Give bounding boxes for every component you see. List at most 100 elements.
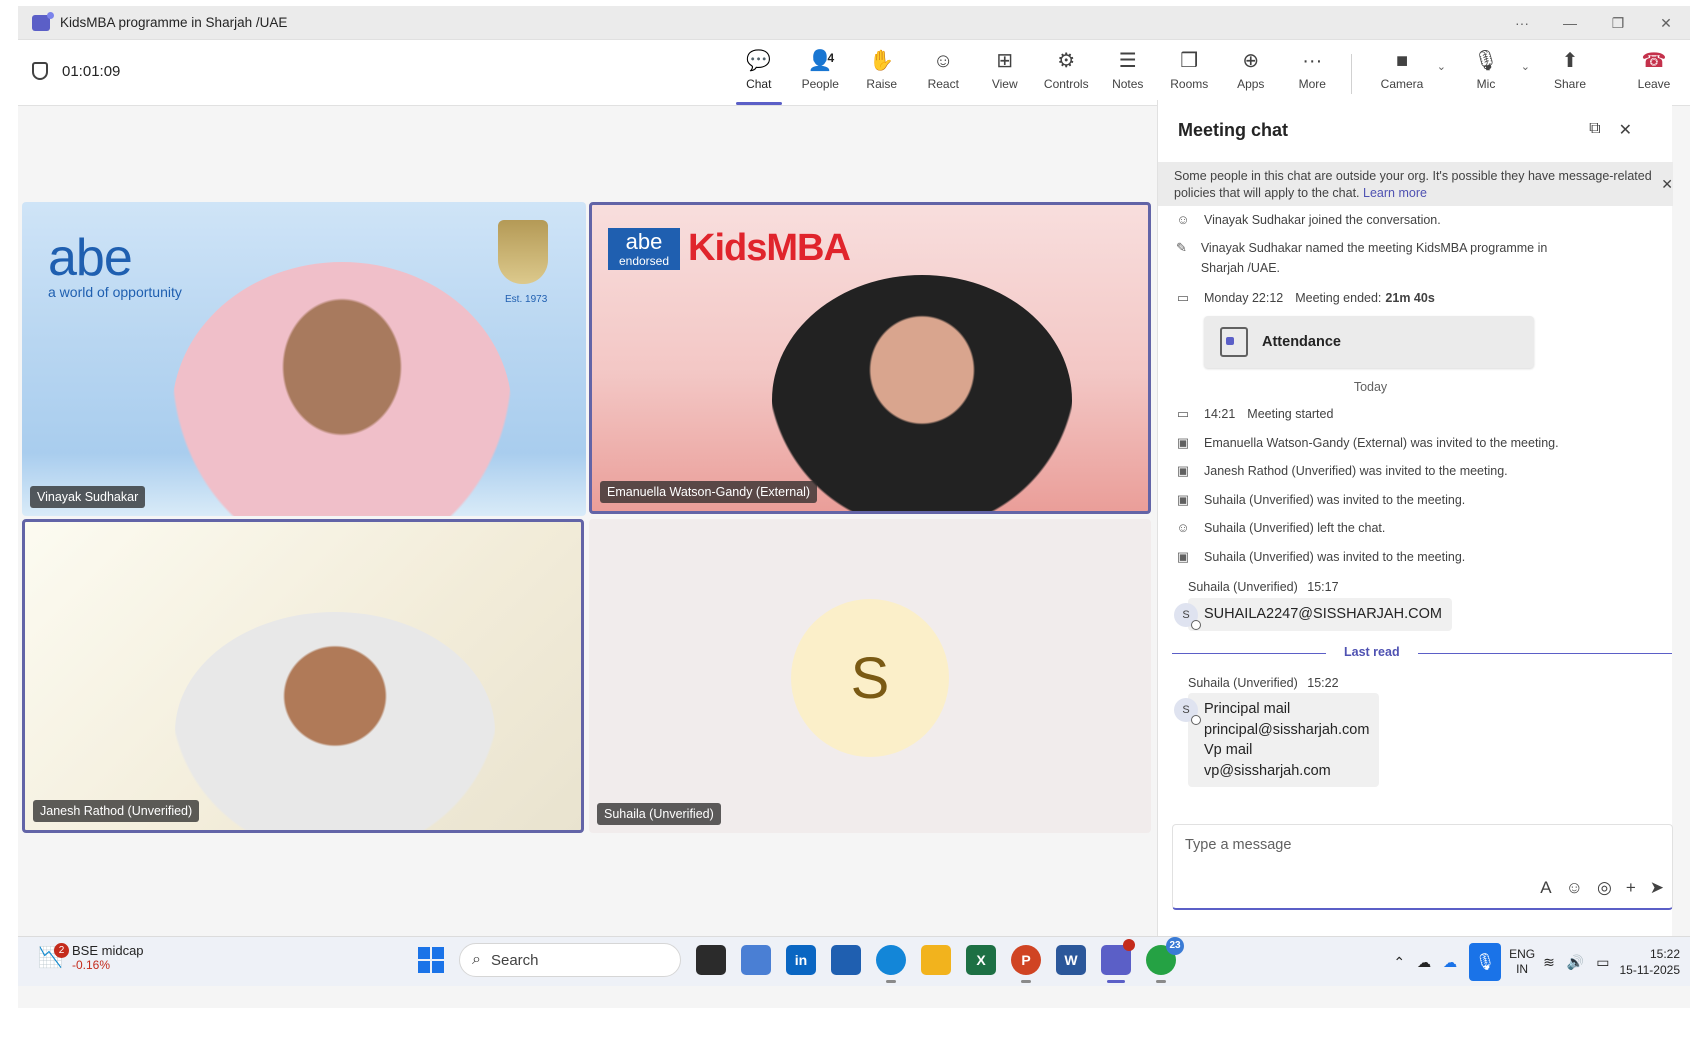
emoji-icon[interactable]: ☺ xyxy=(1566,878,1583,898)
message-time: 15:22 xyxy=(1307,676,1339,690)
windows-start-icon[interactable] xyxy=(418,947,444,973)
notes-button[interactable]: ☰ Notes xyxy=(1097,48,1159,100)
more-button[interactable]: ··· More xyxy=(1282,48,1344,100)
word-icon[interactable]: W xyxy=(1056,945,1086,975)
title-bar: KidsMBA programme in Sharjah /UAE ··· — … xyxy=(18,6,1690,40)
share-button[interactable]: ⬆ Share xyxy=(1528,48,1612,100)
last-read-divider: Last read xyxy=(1172,645,1672,660)
whatsapp-badge: 23 xyxy=(1166,937,1184,955)
store-icon[interactable] xyxy=(831,945,861,975)
chat-message[interactable]: Principal mail principal@sissharjah.com … xyxy=(1188,693,1380,787)
chat-message[interactable]: SUHAILA2247@SISSHARJAH.COM xyxy=(1188,598,1452,631)
rooms-icon: ❒ xyxy=(1180,50,1199,72)
restore-icon[interactable]: ❐ xyxy=(1594,6,1642,40)
kidsmba-word: KidsMBA xyxy=(688,227,851,269)
pop-out-icon[interactable]: ⧉ xyxy=(1589,120,1600,140)
view-button[interactable]: ⊞ View xyxy=(974,48,1036,100)
participant-name: Emanuella Watson-Gandy (External) xyxy=(600,481,818,503)
toolbar-tools: 💬 Chat 👤 4 People ✋ Raise ☺ React ⊞ View xyxy=(728,48,1690,105)
tray-icons: ⌃ ☁ ☁ 🎙 xyxy=(1393,943,1502,981)
mic-button[interactable]: 🎙 ⌄ Mic xyxy=(1444,48,1530,100)
volume-icon: 🔊 xyxy=(1566,953,1585,970)
rooms-button[interactable]: ❒ Rooms xyxy=(1159,48,1221,100)
attendance-card[interactable]: Attendance xyxy=(1204,316,1534,368)
notes-icon: ☰ xyxy=(1118,50,1137,72)
stock-widget[interactable]: 📉 2 BSE midcap -0.16% xyxy=(38,942,144,972)
video-tile[interactable]: S Suhaila (Unverified) xyxy=(589,519,1151,833)
participant-name: Suhaila (Unverified) xyxy=(597,803,721,825)
plus-icon[interactable]: + xyxy=(1626,878,1636,898)
shield-icon xyxy=(32,62,48,80)
minimize-icon[interactable]: — xyxy=(1546,6,1594,40)
whatsapp-icon[interactable]: 23 xyxy=(1146,937,1184,983)
message-sender: Suhaila (Unverified) xyxy=(1188,580,1298,594)
notification-dot xyxy=(1123,939,1135,951)
notes-label: Notes xyxy=(1112,77,1144,91)
loop-icon[interactable]: ◎ xyxy=(1597,878,1612,898)
event-text: Vinayak Sudhakar joined the conversation… xyxy=(1204,213,1441,227)
search-icon: ⌕ xyxy=(472,951,481,968)
event-text: Vinayak Sudhakar named the meeting KidsM… xyxy=(1200,241,1548,275)
message-input[interactable] xyxy=(1185,837,1585,853)
leave-label: Leave xyxy=(1637,77,1671,91)
people-button[interactable]: 👤 4 People xyxy=(790,48,852,100)
teams-icon[interactable] xyxy=(1101,939,1135,983)
excel-icon[interactable]: X xyxy=(966,945,996,975)
chat-icon: 💬 xyxy=(746,50,772,72)
clock[interactable]: 15:22 15-11-2025 xyxy=(1620,946,1681,978)
stock-chart-icon: 📉 2 xyxy=(38,942,69,971)
file-explorer-icon[interactable] xyxy=(921,945,951,975)
format-icon[interactable]: A xyxy=(1540,878,1551,898)
apps-button[interactable]: ⊕ Apps xyxy=(1220,48,1282,100)
edge-icon[interactable] xyxy=(876,945,906,983)
status-icons[interactable]: ≋ 🔊 ▭ xyxy=(1543,954,1609,971)
send-icon[interactable]: ➤ xyxy=(1650,878,1664,898)
microphone-in-use-icon[interactable]: 🎙 xyxy=(1469,943,1502,981)
event-time: 14:21 xyxy=(1204,407,1236,421)
video-tile[interactable]: Janesh Rathod (Unverified) xyxy=(22,519,584,833)
video-tile[interactable]: abe endorsed KidsMBA Emanuella Watson-Gan… xyxy=(589,202,1151,514)
abe-endorsed-badge: abe endorsed xyxy=(608,227,680,270)
crest-icon xyxy=(498,220,548,284)
close-window-icon[interactable]: ✕ xyxy=(1642,6,1690,40)
region-code: IN xyxy=(1516,962,1529,976)
linkedin-icon[interactable]: in xyxy=(786,945,816,975)
react-button[interactable]: ☺ React xyxy=(913,48,975,100)
controls-button[interactable]: ⚙ Controls xyxy=(1036,48,1098,100)
event-text: Janesh Rathod (Unverified) was invited t… xyxy=(1204,464,1508,478)
taskbar-search[interactable]: ⌕ Search xyxy=(459,943,681,977)
more-options-icon[interactable]: ··· xyxy=(1498,6,1546,40)
camera-button[interactable]: ■ ⌄ Camera xyxy=(1360,48,1446,100)
event-text: Meeting ended: xyxy=(1295,291,1382,305)
leave-button[interactable]: ☎ ⌄ Leave xyxy=(1612,48,1690,100)
controls-label: Controls xyxy=(1043,77,1089,91)
language-indicator[interactable]: ENG IN xyxy=(1509,947,1535,977)
powerpoint-icon[interactable]: P xyxy=(1011,945,1041,983)
video-tile[interactable]: abe a world of opportunity Est. 1973 Vin… xyxy=(22,202,586,516)
message-line: Principal mail xyxy=(1204,701,1291,717)
participant-name: Vinayak Sudhakar xyxy=(30,486,146,508)
chevron-up-icon[interactable]: ⌃ xyxy=(1393,954,1405,971)
taskbar-apps: ⌕ Search in X P W 23 xyxy=(418,937,1184,983)
toolbar-divider xyxy=(1351,54,1352,94)
chat-event: ▣ Emanuella Watson-Gandy (External) was … xyxy=(1174,433,1559,453)
onedrive-icon[interactable]: ☁ xyxy=(1443,954,1457,971)
video-camera-icon: ▭ xyxy=(1176,290,1190,305)
copilot-icon[interactable] xyxy=(741,945,771,975)
stock-name: BSE midcap xyxy=(72,943,144,958)
dismiss-notice-icon[interactable]: ✕ xyxy=(1661,176,1673,193)
meeting-toolbar: 01:01:09 💬 Chat 👤 4 People ✋ Raise ☺ Rea… xyxy=(18,40,1690,106)
divider-line xyxy=(1172,653,1326,654)
close-icon[interactable]: ✕ xyxy=(1619,120,1632,140)
cloud-icon[interactable]: ☁ xyxy=(1417,954,1431,971)
learn-more-link[interactable]: Learn more xyxy=(1363,186,1427,200)
event-text: Suhaila (Unverified) was invited to the … xyxy=(1204,550,1466,564)
people-count-badge: 4 xyxy=(827,51,835,65)
participant-video xyxy=(172,262,512,516)
raise-hand-button[interactable]: ✋ Raise xyxy=(851,48,913,100)
task-view-icon[interactable] xyxy=(696,945,726,975)
message-meta: Suhaila (Unverified) 15:22 xyxy=(1188,676,1339,690)
mic-icon: 🎙 xyxy=(1473,50,1499,72)
event-text: Suhaila (Unverified) left the chat. xyxy=(1204,521,1386,535)
chat-button[interactable]: 💬 Chat xyxy=(728,48,790,105)
